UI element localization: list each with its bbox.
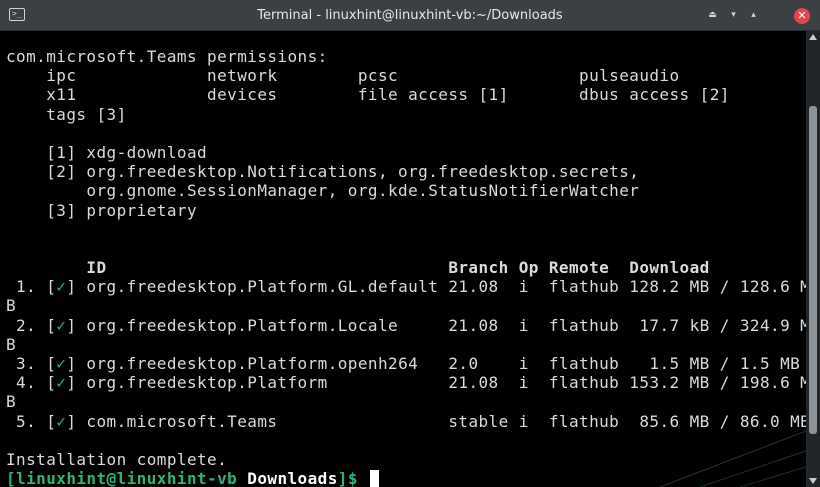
scrollbar-thumb[interactable] bbox=[809, 106, 817, 434]
checkmark-icon: ✓ bbox=[56, 315, 67, 335]
output-line: B bbox=[6, 296, 17, 316]
table-header-line: ID Branch Op Remote Download bbox=[6, 258, 710, 278]
row-details: ] org.freedesktop.Platform.GL.default 21… bbox=[66, 277, 806, 297]
shell-prompt[interactable]: [linuxhint@linuxhint-vb Downloads]$ bbox=[6, 469, 806, 487]
terminal-lines: com.microsoft.Teams permissions: ipc net… bbox=[6, 47, 806, 487]
checkmark-icon: ✓ bbox=[56, 411, 67, 431]
output-line: Installation complete. bbox=[6, 449, 228, 469]
row-details: ] org.freedesktop.Platform.openh264 2.0 … bbox=[66, 354, 801, 373]
row-prefix: 4. [ bbox=[6, 373, 57, 393]
output-line: x11 devices file access [1] dbus access … bbox=[6, 85, 730, 105]
window-title: Terminal - linuxhint@linuxhint-vb:~/Down… bbox=[257, 8, 563, 23]
output-line: tags [3] bbox=[6, 104, 127, 124]
minimize-icon[interactable]: ▾ bbox=[726, 8, 741, 23]
text-cursor bbox=[369, 470, 379, 487]
row-details: ] org.freedesktop.Platform.Locale 21.08 … bbox=[66, 315, 806, 335]
window-titlebar[interactable]: >_ Terminal - linuxhint@linuxhint-vb:~/D… bbox=[0, 0, 820, 31]
prompt-separator bbox=[237, 469, 247, 487]
checkmark-icon: ✓ bbox=[56, 354, 67, 373]
close-icon[interactable]: ✕ bbox=[794, 8, 810, 24]
install-row: 5. [✓] com.microsoft.Teams stable i flat… bbox=[6, 412, 806, 431]
terminal-output-area[interactable]: com.microsoft.Teams permissions: ipc net… bbox=[0, 31, 806, 487]
prompt-directory: Downloads bbox=[247, 469, 338, 487]
output-line: org.gnome.SessionManager, org.kde.Status… bbox=[6, 181, 640, 201]
row-prefix: 5. [ bbox=[6, 411, 57, 431]
scroll-down-arrow-icon[interactable] bbox=[809, 478, 817, 484]
row-prefix: 2. [ bbox=[6, 315, 57, 335]
output-line: com.microsoft.Teams permissions: bbox=[6, 47, 328, 66]
output-line: [2] org.freedesktop.Notifications, org.f… bbox=[6, 162, 640, 182]
checkmark-icon: ✓ bbox=[56, 373, 67, 393]
output-line: [3] proprietary bbox=[6, 200, 198, 220]
output-line: B bbox=[6, 334, 17, 354]
install-row: 4. [✓] org.freedesktop.Platform 21.08 i … bbox=[6, 373, 806, 392]
output-line: ipc network pcsc pulseaudio bbox=[6, 66, 680, 86]
scroll-up-arrow-icon[interactable] bbox=[809, 34, 817, 40]
install-row: 3. [✓] org.freedesktop.Platform.openh264… bbox=[6, 354, 806, 373]
output-line: B bbox=[6, 392, 17, 412]
keep-above-icon[interactable]: ⏏ bbox=[705, 8, 720, 23]
row-details: ] org.freedesktop.Platform 21.08 i flath… bbox=[66, 373, 806, 393]
install-row: 1. [✓] org.freedesktop.Platform.GL.defau… bbox=[6, 277, 806, 296]
prompt-user-host: [linuxhint@linuxhint-vb bbox=[6, 469, 238, 487]
row-details: ] com.microsoft.Teams stable i flathub 8… bbox=[66, 411, 806, 431]
row-prefix: 1. [ bbox=[6, 277, 57, 297]
vertical-scrollbar[interactable] bbox=[806, 31, 820, 487]
checkmark-icon: ✓ bbox=[56, 277, 67, 297]
output-line: [1] xdg-download bbox=[6, 142, 208, 162]
prompt-suffix: ]$ bbox=[337, 469, 358, 487]
install-row: 2. [✓] org.freedesktop.Platform.Locale 2… bbox=[6, 316, 806, 335]
maximize-icon[interactable]: ▴ bbox=[746, 8, 761, 23]
row-prefix: 3. [ bbox=[6, 354, 57, 373]
